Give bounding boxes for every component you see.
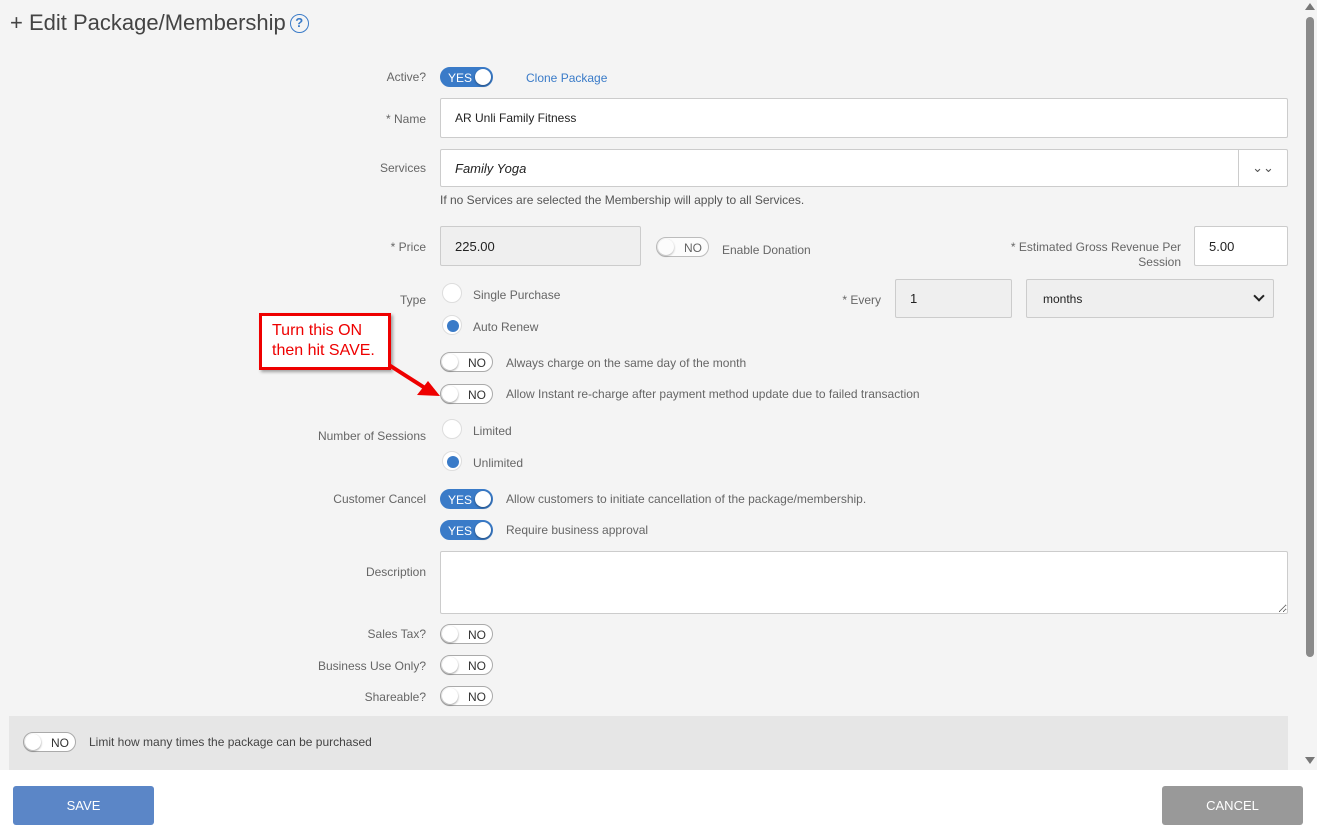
annotation-arrow-icon [387, 363, 440, 396]
scrollbar-thumb[interactable] [1306, 17, 1314, 657]
toggle-knob [475, 522, 491, 538]
toggle-knob [442, 386, 458, 402]
type-label: Type [399, 293, 426, 307]
page-title-bar: + Edit Package/Membership ? [10, 10, 309, 36]
sales-tax-label: Sales Tax? [367, 627, 426, 641]
scrollbar[interactable] [1302, 0, 1317, 770]
revenue-label-line2: Session [1138, 255, 1181, 269]
toggle-knob [442, 354, 458, 370]
single-purchase-radio[interactable] [442, 283, 462, 303]
enable-donation-label: Enable Donation [722, 243, 811, 257]
toggle-knob [658, 239, 674, 255]
unlimited-radio[interactable] [442, 451, 462, 471]
toggle-knob [475, 491, 491, 507]
price-label: * Price [390, 240, 426, 254]
shareable-toggle[interactable]: NO [440, 686, 493, 706]
business-use-toggle-text: NO [468, 659, 486, 673]
business-approval-toggle-text: YES [448, 524, 473, 538]
limit-toggle-text: NO [51, 736, 69, 750]
scroll-down-icon[interactable] [1305, 757, 1315, 764]
limited-label: Limited [473, 424, 512, 438]
period-select[interactable]: months [1026, 279, 1274, 318]
customer-cancel-text: Allow customers to initiate cancellation… [506, 492, 867, 506]
limit-panel: NO Limit how many times the package can … [9, 716, 1288, 770]
toggle-knob [442, 688, 458, 704]
donation-toggle[interactable]: NO [656, 237, 709, 257]
help-icon[interactable]: ? [289, 13, 309, 33]
same-day-toggle-text: NO [468, 356, 486, 370]
revenue-label: * Estimated Gross Revenue Per Session [1000, 240, 1181, 270]
active-toggle[interactable]: YES [440, 67, 493, 87]
services-help-text: If no Services are selected the Membersh… [440, 193, 805, 207]
footer-bar: SAVE CANCEL [0, 770, 1317, 836]
cancel-button[interactable]: CANCEL [1162, 786, 1303, 825]
toggle-knob [25, 734, 41, 750]
every-input[interactable]: 1 [895, 279, 1012, 318]
scroll-up-icon[interactable] [1305, 3, 1315, 10]
period-value: months [1043, 291, 1083, 306]
price-input[interactable]: 225.00 [440, 226, 641, 266]
description-textarea[interactable] [440, 551, 1288, 614]
active-label: Active? [386, 70, 426, 84]
instant-recharge-toggle-text: NO [468, 388, 486, 402]
customer-cancel-toggle-text: YES [448, 493, 473, 507]
page-title: + Edit Package/Membership [10, 10, 286, 35]
limit-toggle[interactable]: NO [23, 732, 76, 752]
callout-line2: then hit SAVE. [272, 342, 375, 359]
services-selected-value: Family Yoga [455, 160, 527, 176]
shareable-label: Shareable? [364, 690, 426, 704]
limited-radio[interactable] [442, 419, 462, 439]
unlimited-label: Unlimited [473, 456, 524, 470]
toggle-knob [442, 657, 458, 673]
sales-tax-toggle[interactable]: NO [440, 624, 493, 644]
business-use-label: Business Use Only? [317, 659, 426, 673]
sessions-label: Number of Sessions [317, 429, 426, 443]
toggle-knob [475, 69, 491, 85]
description-label: Description [365, 565, 426, 579]
same-day-label: Always charge on the same day of the mon… [506, 356, 747, 370]
revenue-label-line1: * Estimated Gross Revenue Per [1010, 240, 1181, 254]
save-button[interactable]: SAVE [13, 786, 154, 825]
instant-recharge-toggle[interactable]: NO [440, 384, 493, 404]
shareable-toggle-text: NO [468, 690, 486, 704]
toggle-knob [442, 626, 458, 642]
customer-cancel-label: Customer Cancel [333, 492, 426, 506]
instant-recharge-label: Allow Instant re-charge after payment me… [506, 387, 920, 401]
auto-renew-radio[interactable] [442, 315, 462, 335]
name-input[interactable]: AR Unli Family Fitness [440, 98, 1288, 138]
clone-package-link[interactable]: Clone Package [526, 71, 607, 85]
limit-label: Limit how many times the package can be … [89, 735, 372, 749]
business-approval-text: Require business approval [506, 523, 649, 537]
every-label: * Every [842, 293, 881, 307]
name-label: * Name [385, 112, 426, 126]
business-approval-toggle[interactable]: YES [440, 520, 493, 540]
callout-line1: Turn this ON [272, 322, 363, 339]
customer-cancel-toggle[interactable]: YES [440, 489, 493, 509]
services-select[interactable]: Family Yoga [440, 149, 1288, 187]
annotation-callout: Turn this ON then hit SAVE. [259, 313, 391, 370]
auto-renew-label: Auto Renew [473, 320, 539, 334]
chevron-down-icon [1253, 290, 1265, 302]
business-use-toggle[interactable]: NO [440, 655, 493, 675]
revenue-input[interactable]: 5.00 [1194, 226, 1288, 266]
same-day-toggle[interactable]: NO [440, 352, 493, 372]
donation-toggle-text: NO [684, 241, 702, 255]
active-toggle-text: YES [448, 71, 473, 85]
single-purchase-label: Single Purchase [473, 288, 561, 302]
sales-tax-toggle-text: NO [468, 628, 486, 642]
services-label: Services [379, 161, 426, 175]
chevrons-down-icon[interactable]: ⌄⌄ [1239, 150, 1287, 186]
